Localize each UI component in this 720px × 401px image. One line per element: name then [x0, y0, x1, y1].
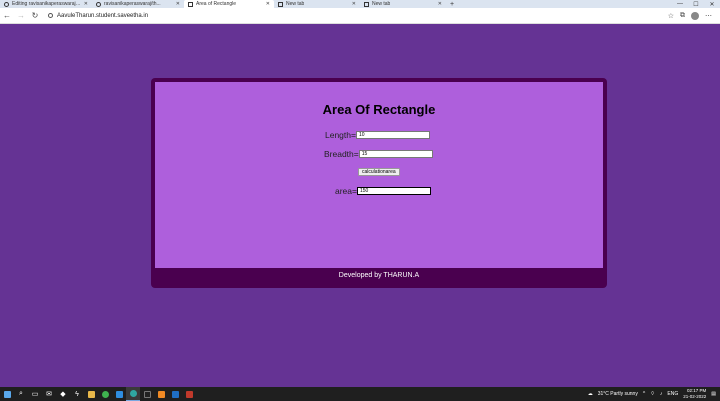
window-controls: — ☐ ✕: [672, 0, 720, 8]
length-row: Length=: [325, 130, 430, 140]
page-icon: [278, 1, 283, 7]
close-icon[interactable]: ✕: [266, 1, 270, 7]
url-field[interactable]: AavuleTharun.student.saveetha.in: [48, 13, 148, 19]
toolbar-right: ☆ ⧉ ⋯: [668, 11, 720, 20]
breadth-row: Breadth=: [324, 149, 433, 159]
taskbar: ⌕ ▭ ✉ ◆ ϟ ☁ 31°C Partly sunny ^ ⌔ ♪ ENG …: [0, 387, 720, 401]
url-text: AavuleTharun.student.saveetha.in: [57, 12, 149, 19]
tab-label: Editing ravisanikaperaswaraj/th...: [12, 1, 81, 7]
site-info-icon[interactable]: [48, 13, 53, 18]
length-input[interactable]: [355, 131, 430, 139]
tab-label: Area of Rectangle: [196, 1, 237, 7]
tab-label: New tab: [372, 1, 391, 7]
card-content: Area Of Rectangle Length= Breadth= calcu…: [155, 82, 603, 268]
search-icon[interactable]: ⌕: [14, 387, 28, 401]
windows-start-icon[interactable]: [0, 387, 14, 401]
outlook-icon[interactable]: [168, 387, 182, 401]
area-row: area=: [335, 186, 431, 196]
app-icon[interactable]: [182, 387, 196, 401]
area-output[interactable]: [356, 187, 431, 195]
refresh-icon[interactable]: ↻: [28, 11, 42, 20]
tab-label: ravisanikaperaswaraj/th...: [104, 1, 161, 7]
system-tray: ☁ 31°C Partly sunny ^ ⌔ ♪ ENG 02:17 PM 2…: [588, 388, 720, 400]
collections-icon[interactable]: ⧉: [680, 12, 685, 20]
footer-credit: Developed by THARUN.A: [338, 272, 420, 279]
task-view-icon[interactable]: ▭: [28, 387, 42, 401]
calculate-button[interactable]: calculationarea: [358, 168, 400, 176]
tab-label: New tab: [286, 1, 305, 7]
edge-icon[interactable]: [126, 387, 140, 401]
tab-strip: Editing ravisanikaperaswaraj/th... ✕ rav…: [0, 0, 720, 8]
weather-text[interactable]: 31°C Partly sunny: [598, 391, 638, 397]
minimize-icon[interactable]: —: [672, 1, 688, 7]
network-icon[interactable]: ⌔: [650, 391, 655, 397]
more-icon[interactable]: ⋯: [705, 12, 712, 20]
whatsapp-icon[interactable]: [98, 387, 112, 401]
new-tab-icon[interactable]: +: [446, 1, 458, 8]
breadth-label: Breadth=: [324, 149, 359, 159]
maximize-icon[interactable]: ☐: [688, 1, 704, 8]
clock[interactable]: 02:17 PM 21-02-2022: [683, 388, 706, 400]
profile-avatar[interactable]: [691, 11, 699, 20]
page-icon: [364, 1, 369, 7]
winamp-icon[interactable]: ϟ: [70, 387, 84, 401]
weather-icon[interactable]: ☁: [588, 391, 593, 397]
sublime-icon[interactable]: [154, 387, 168, 401]
forward-icon[interactable]: →: [14, 11, 28, 20]
file-explorer-icon[interactable]: [84, 387, 98, 401]
github-icon: [4, 1, 9, 7]
area-label: area=: [335, 186, 357, 196]
tab-1[interactable]: Editing ravisanikaperaswaraj/th... ✕: [0, 0, 92, 8]
volume-icon[interactable]: ♪: [660, 391, 663, 397]
page-title: Area Of Rectangle: [322, 102, 436, 117]
page-icon: [188, 1, 193, 7]
close-icon[interactable]: ✕: [176, 1, 180, 7]
vscode-icon[interactable]: [112, 387, 126, 401]
close-icon[interactable]: ✕: [352, 1, 356, 7]
close-icon[interactable]: ✕: [438, 1, 442, 7]
tab-4[interactable]: New tab ✕: [274, 0, 360, 8]
back-icon[interactable]: ←: [0, 11, 14, 20]
address-bar: ← → ↻ AavuleTharun.student.saveetha.in ☆…: [0, 8, 720, 24]
dropbox-icon[interactable]: ◆: [56, 387, 70, 401]
tab-5[interactable]: New tab ✕: [360, 0, 446, 8]
close-icon[interactable]: ✕: [84, 1, 88, 7]
favorite-icon[interactable]: ☆: [668, 12, 674, 20]
close-window-icon[interactable]: ✕: [704, 1, 720, 8]
length-label: Length=: [325, 130, 356, 140]
main-card: Area Of Rectangle Length= Breadth= calcu…: [151, 78, 607, 288]
language-indicator[interactable]: ENG: [667, 391, 678, 397]
terminal-icon[interactable]: [140, 387, 154, 401]
mail-icon[interactable]: ✉: [42, 387, 56, 401]
notification-icon[interactable]: ▤: [711, 391, 716, 397]
breadth-input[interactable]: [358, 150, 433, 158]
github-icon: [96, 1, 101, 7]
clock-date: 21-02-2022: [683, 394, 707, 399]
tab-3[interactable]: Area of Rectangle ✕: [184, 0, 274, 8]
tab-2[interactable]: ravisanikaperaswaraj/th... ✕: [92, 0, 184, 8]
chevron-up-icon[interactable]: ^: [643, 391, 645, 397]
